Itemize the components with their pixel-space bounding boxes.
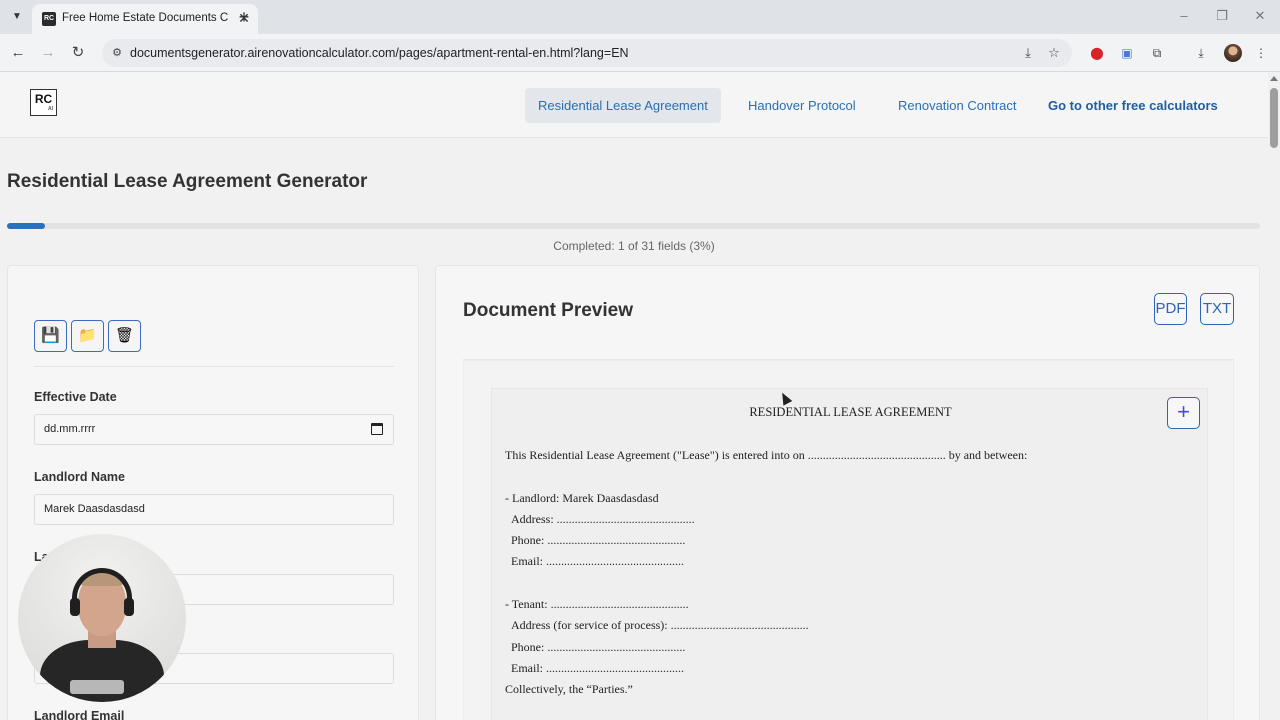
- landlord-email-label: Landlord Email: [34, 709, 125, 720]
- tab-title: Free Home Estate Documents C: [62, 12, 229, 24]
- webcam-overlay: [18, 534, 186, 702]
- calendar-icon[interactable]: [371, 423, 383, 435]
- reload-icon[interactable]: ↻: [68, 43, 88, 63]
- folder-icon: 📁: [78, 327, 97, 344]
- document-line: Collectively, the “Parties.”: [505, 682, 633, 696]
- page-title: Residential Lease Agreement Generator: [7, 171, 368, 192]
- scroll-thumb[interactable]: [1270, 88, 1278, 148]
- document-line: Address: ...............................…: [511, 512, 695, 526]
- floppy-disk-icon: 💾: [41, 327, 60, 344]
- url-text[interactable]: documentsgenerator.airenovationcalculato…: [130, 46, 629, 60]
- document-line: Email: .................................…: [511, 661, 684, 675]
- page-content: RC AI Residential Lease Agreement Handov…: [0, 72, 1268, 720]
- pdf-export-button[interactable]: PDF: [1154, 293, 1187, 325]
- site-logo[interactable]: RC AI: [30, 89, 57, 116]
- window-close-icon[interactable]: ✕: [1252, 8, 1268, 24]
- nav-other-calculators[interactable]: Go to other free calculators: [1035, 88, 1231, 123]
- document-line: Phone: .................................…: [511, 640, 686, 654]
- progress-bar: [7, 223, 1260, 229]
- browser-toolbar: ← → ↻ ⚙ documentsgenerator.airenovationc…: [0, 34, 1280, 72]
- site-header: RC AI Residential Lease Agreement Handov…: [0, 72, 1268, 138]
- tab-favicon-icon: RC: [42, 12, 56, 26]
- preview-panel: Document Preview PDF TXT RESIDENTIAL LEA…: [435, 265, 1260, 720]
- bookmark-star-icon[interactable]: ☆: [1046, 45, 1062, 61]
- document-paper: RESIDENTIAL LEASE AGREEMENT + This Resid…: [491, 388, 1208, 720]
- address-bar[interactable]: ⚙ documentsgenerator.airenovationcalcula…: [102, 39, 1072, 67]
- browser-tab[interactable]: RC Free Home Estate Documents C ✕: [32, 4, 258, 34]
- extensions-puzzle-icon[interactable]: ⧉: [1149, 45, 1165, 61]
- landlord-name-label: Landlord Name: [34, 470, 125, 484]
- downloads-icon[interactable]: ⤓: [1193, 45, 1209, 61]
- back-icon[interactable]: ←: [8, 43, 28, 63]
- document-line: This Residential Lease Agreement ("Lease…: [505, 448, 1028, 462]
- restore-icon[interactable]: ❐: [1214, 8, 1230, 24]
- translate-extension-icon[interactable]: ▣: [1119, 45, 1135, 61]
- effective-date-label: Effective Date: [34, 390, 117, 404]
- page-scrollbar[interactable]: [1268, 72, 1280, 720]
- logo-text: RC: [34, 92, 53, 106]
- form-divider: [34, 366, 394, 367]
- headset-icon: [72, 568, 132, 612]
- minimize-icon[interactable]: –: [1176, 8, 1192, 24]
- nav-handover-protocol[interactable]: Handover Protocol: [735, 88, 869, 123]
- nav-renovation-contract[interactable]: Renovation Contract: [885, 88, 1030, 123]
- document-line: Phone: .................................…: [511, 533, 686, 547]
- profile-avatar[interactable]: [1224, 44, 1242, 62]
- scroll-up-icon[interactable]: [1270, 76, 1278, 81]
- tab-search-chevron-icon[interactable]: ▼: [8, 8, 26, 26]
- landlord-name-input[interactable]: Marek Daasdasdasd: [34, 494, 394, 525]
- browser-tabstrip: ▼ RC Free Home Estate Documents C ✕ + – …: [0, 0, 1280, 34]
- document-line: Address (for service of process): ......…: [511, 618, 809, 632]
- logo-subtext: AI: [48, 106, 53, 112]
- landlord-name-value: Marek Daasdasdasd: [44, 503, 145, 515]
- new-tab-icon[interactable]: +: [234, 7, 254, 27]
- progress-text: Completed: 1 of 31 fields (3%): [553, 239, 715, 253]
- document-line: - Landlord: Marek Daasdasdasd: [505, 491, 659, 505]
- effective-date-value: dd.mm.rrrr: [44, 423, 96, 435]
- trash-icon: 🗑: [114, 327, 135, 344]
- document-frame: RESIDENTIAL LEASE AGREEMENT + This Resid…: [463, 360, 1234, 720]
- document-line: - Tenant: ..............................…: [505, 597, 689, 611]
- download-page-icon[interactable]: ⤓: [1020, 45, 1036, 61]
- save-button[interactable]: 💾: [34, 320, 67, 352]
- forward-icon[interactable]: →: [38, 43, 58, 63]
- load-button[interactable]: 📁: [71, 320, 104, 352]
- effective-date-input[interactable]: dd.mm.rrrr: [34, 414, 394, 445]
- txt-export-button[interactable]: TXT: [1200, 293, 1234, 325]
- document-title: RESIDENTIAL LEASE AGREEMENT: [749, 405, 952, 419]
- clear-button[interactable]: 🗑: [108, 320, 141, 352]
- progress-fill: [7, 223, 45, 229]
- browser-menu-icon[interactable]: ⋮: [1253, 45, 1269, 61]
- opera-extension-icon[interactable]: ⬤: [1089, 45, 1105, 61]
- preview-title: Document Preview: [463, 300, 633, 321]
- add-clause-button[interactable]: +: [1167, 397, 1200, 429]
- site-settings-icon[interactable]: ⚙: [110, 46, 124, 60]
- document-line: Email: .................................…: [511, 554, 684, 568]
- nav-residential-lease[interactable]: Residential Lease Agreement: [525, 88, 721, 123]
